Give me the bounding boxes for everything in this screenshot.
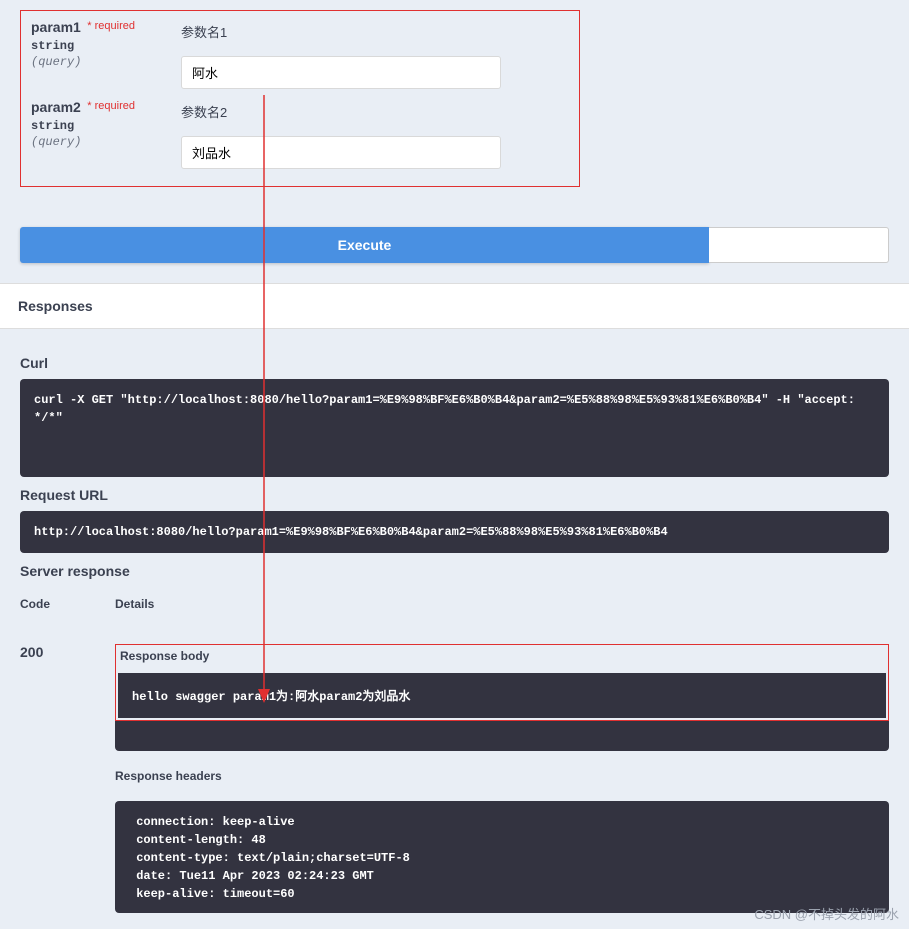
response-table: Code Details 200 Response body hello swa… (20, 589, 889, 913)
param2-input[interactable] (181, 136, 501, 169)
request-url-label: Request URL (20, 487, 889, 503)
status-code: 200 (20, 644, 115, 913)
param-type: string (31, 39, 181, 53)
curl-label: Curl (20, 355, 889, 371)
request-url-value: http://localhost:8080/hello?param1=%E9%9… (20, 511, 889, 553)
param-row-param1: param1 * required string (query) 参数名1 (21, 14, 579, 94)
parameters-box: param1 * required string (query) 参数名1 pa… (20, 10, 580, 187)
param-row-param2: param2 * required string (query) 参数名2 (21, 94, 579, 174)
param-in: (query) (31, 55, 181, 69)
param1-input[interactable] (181, 56, 501, 89)
responses-title: Responses (18, 298, 891, 314)
parameters-section: param1 * required string (query) 参数名1 pa… (0, 0, 909, 283)
action-row: Execute (20, 227, 889, 263)
execute-button[interactable]: Execute (20, 227, 709, 263)
table-head: Code Details (20, 589, 889, 619)
response-body-extra (115, 721, 889, 751)
clear-button[interactable] (709, 227, 889, 263)
param-meta: param1 * required string (query) (31, 19, 181, 89)
response-body-label: Response body (118, 647, 886, 667)
response-body-value: hello swagger param1为:阿水param2为刘品水 (118, 673, 886, 718)
required-label: * required (87, 20, 135, 32)
server-response-label: Server response (20, 563, 889, 579)
th-code: Code (20, 597, 115, 611)
param-description: 参数名2 (181, 102, 569, 121)
table-row: 200 Response body hello swagger param1为:… (20, 619, 889, 913)
response-details: Response body hello swagger param1为:阿水pa… (115, 644, 889, 913)
param-input-area: 参数名2 (181, 99, 569, 169)
responses-body: Curl curl -X GET "http://localhost:8080/… (0, 329, 909, 929)
curl-command: curl -X GET "http://localhost:8080/hello… (20, 379, 889, 477)
th-details: Details (115, 597, 154, 611)
param-name: param2 (31, 99, 81, 115)
watermark: CSDN @不掉头发的阿水 (754, 904, 899, 923)
response-body-highlight-box: Response body hello swagger param1为:阿水pa… (115, 644, 889, 721)
param-name: param1 (31, 19, 81, 35)
param-description: 参数名1 (181, 22, 569, 41)
param-type: string (31, 119, 181, 133)
response-headers-value: connection: keep-alive content-length: 4… (115, 801, 889, 913)
required-label: * required (87, 100, 135, 112)
param-in: (query) (31, 135, 181, 149)
response-headers-label: Response headers (115, 769, 889, 783)
param-input-area: 参数名1 (181, 19, 569, 89)
responses-header: Responses (0, 283, 909, 329)
param-meta: param2 * required string (query) (31, 99, 181, 169)
